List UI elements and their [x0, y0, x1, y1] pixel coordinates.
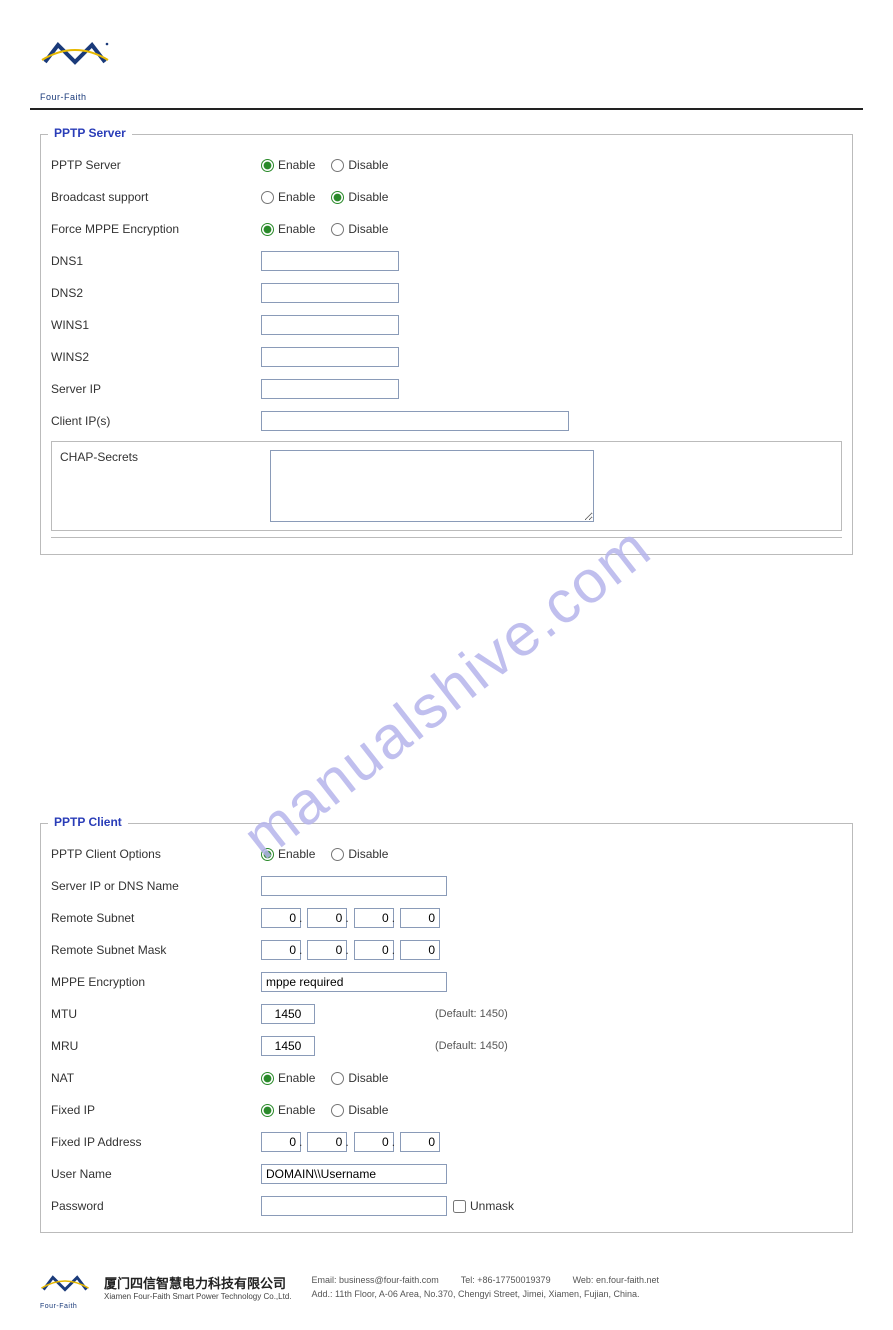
label-wins1: WINS1	[51, 318, 261, 332]
chap-secrets-box: CHAP-Secrets	[51, 441, 842, 531]
client-options-enable[interactable]: Enable	[261, 847, 315, 861]
dns2-input[interactable]	[261, 283, 399, 303]
client-options-disable[interactable]: Disable	[331, 847, 388, 861]
label-fixedip-addr: Fixed IP Address	[51, 1135, 261, 1149]
label-nat: NAT	[51, 1071, 261, 1085]
label-wins2: WINS2	[51, 350, 261, 364]
footer-logo: Four-Faith	[40, 1273, 90, 1310]
label-remote-subnet: Remote Subnet	[51, 911, 261, 925]
remote-mask-o1[interactable]	[261, 940, 301, 960]
label-client-options: PPTP Client Options	[51, 847, 261, 861]
label-pptp-server: PPTP Server	[51, 158, 261, 172]
logo-text: Four-Faith	[40, 92, 863, 102]
remote-subnet-o1[interactable]	[261, 908, 301, 928]
mtu-hint: (Default: 1450)	[435, 1008, 508, 1020]
server-ip-input[interactable]	[261, 379, 399, 399]
nat-enable[interactable]: Enable	[261, 1071, 315, 1085]
mppe-disable[interactable]: Disable	[331, 222, 388, 236]
radio-broadcast-enable[interactable]	[261, 191, 274, 204]
remote-subnet-o3[interactable]	[354, 908, 394, 928]
label-mtu: MTU	[51, 1007, 261, 1021]
radio-nat-disable[interactable]	[331, 1072, 344, 1085]
radio-fixedip-enable[interactable]	[261, 1104, 274, 1117]
radio-client-enable[interactable]	[261, 848, 274, 861]
username-input[interactable]	[261, 1164, 447, 1184]
label-dns1: DNS1	[51, 254, 261, 268]
fixedip-o4[interactable]	[400, 1132, 440, 1152]
remote-mask-o2[interactable]	[307, 940, 347, 960]
pptp-server-enable[interactable]: Enable	[261, 158, 315, 172]
radio-client-disable[interactable]	[331, 848, 344, 861]
server-dns-input[interactable]	[261, 876, 447, 896]
label-mppe: Force MPPE Encryption	[51, 222, 261, 236]
password-input[interactable]	[261, 1196, 447, 1216]
radio-pptp-server-disable[interactable]	[331, 159, 344, 172]
pptp-client-title: PPTP Client	[48, 813, 128, 831]
wins1-input[interactable]	[261, 315, 399, 335]
radio-broadcast-disable[interactable]	[331, 191, 344, 204]
fixedip-enable[interactable]: Enable	[261, 1103, 315, 1117]
pptp-server-disable[interactable]: Disable	[331, 158, 388, 172]
label-server-dns: Server IP or DNS Name	[51, 879, 261, 893]
label-mppe-enc: MPPE Encryption	[51, 975, 261, 989]
pptp-server-title: PPTP Server	[48, 124, 132, 142]
unmask-check[interactable]	[453, 1200, 466, 1213]
label-chap-secrets: CHAP-Secrets	[60, 450, 270, 464]
pptp-client-panel: PPTP Client Options Enable Disable Serve…	[40, 823, 853, 1233]
fixedip-o1[interactable]	[261, 1132, 301, 1152]
broadcast-disable[interactable]: Disable	[331, 190, 388, 204]
page-header: Four-Faith	[30, 40, 863, 110]
dns1-input[interactable]	[261, 251, 399, 271]
client-ips-input[interactable]	[261, 411, 569, 431]
company-cn: 厦门四信智慧电力科技有限公司	[104, 1273, 292, 1292]
broadcast-enable[interactable]: Enable	[261, 190, 315, 204]
mppe-enc-input[interactable]	[261, 972, 447, 992]
label-username: User Name	[51, 1167, 261, 1181]
label-mru: MRU	[51, 1039, 261, 1053]
radio-mppe-enable[interactable]	[261, 223, 274, 236]
remote-subnet-o2[interactable]	[307, 908, 347, 928]
label-remote-mask: Remote Subnet Mask	[51, 943, 261, 957]
footer-info: Email: business@four-faith.com Tel: +86-…	[312, 1273, 854, 1302]
label-broadcast: Broadcast support	[51, 190, 261, 204]
label-client-ips: Client IP(s)	[51, 414, 261, 428]
logo	[40, 40, 110, 90]
label-fixedip: Fixed IP	[51, 1103, 261, 1117]
radio-mppe-disable[interactable]	[331, 223, 344, 236]
fixedip-disable[interactable]: Disable	[331, 1103, 388, 1117]
label-dns2: DNS2	[51, 286, 261, 300]
label-server-ip: Server IP	[51, 382, 261, 396]
radio-nat-enable[interactable]	[261, 1072, 274, 1085]
radio-fixedip-disable[interactable]	[331, 1104, 344, 1117]
page-footer: Four-Faith 厦门四信智慧电力科技有限公司 Xiamen Four-Fa…	[40, 1273, 853, 1310]
chap-secrets-textarea[interactable]	[270, 450, 594, 522]
footer-company: 厦门四信智慧电力科技有限公司 Xiamen Four-Faith Smart P…	[104, 1273, 292, 1301]
fixedip-o2[interactable]	[307, 1132, 347, 1152]
company-en: Xiamen Four-Faith Smart Power Technology…	[104, 1292, 292, 1301]
fixedip-o3[interactable]	[354, 1132, 394, 1152]
mtu-input[interactable]	[261, 1004, 315, 1024]
remote-mask-o4[interactable]	[400, 940, 440, 960]
nat-disable[interactable]: Disable	[331, 1071, 388, 1085]
radio-pptp-server-enable[interactable]	[261, 159, 274, 172]
remote-subnet-o4[interactable]	[400, 908, 440, 928]
mppe-enable[interactable]: Enable	[261, 222, 315, 236]
pptp-server-panel: PPTP Server Enable Disable Broadcast sup…	[40, 134, 853, 555]
remote-mask-o3[interactable]	[354, 940, 394, 960]
divider	[51, 537, 842, 544]
unmask-checkbox[interactable]: Unmask	[453, 1199, 514, 1213]
mru-input[interactable]	[261, 1036, 315, 1056]
wins2-input[interactable]	[261, 347, 399, 367]
label-password: Password	[51, 1199, 261, 1213]
mru-hint: (Default: 1450)	[435, 1040, 508, 1052]
